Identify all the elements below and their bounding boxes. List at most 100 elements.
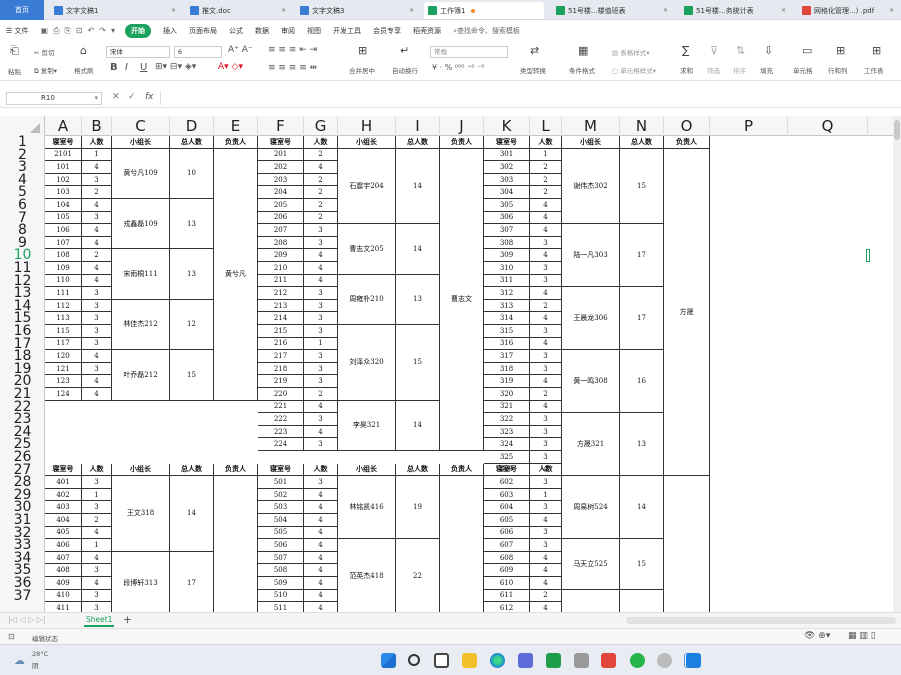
leader-cell[interactable]: 黄一鸣308 bbox=[562, 350, 620, 414]
border-icon[interactable]: ⊞▾ ⊟▾ ◈▾ bbox=[155, 62, 196, 72]
total-cell[interactable]: 16 bbox=[620, 350, 664, 414]
leader-cell[interactable]: 方晟321 bbox=[562, 413, 620, 477]
sort-button[interactable]: 排序 bbox=[733, 65, 746, 75]
table-cell[interactable]: 608 bbox=[484, 551, 530, 565]
wrap-text-button[interactable]: 自动换行 bbox=[392, 65, 418, 75]
table-cell[interactable]: 4 bbox=[304, 488, 338, 502]
table-cell[interactable]: 211 bbox=[258, 274, 304, 288]
close-icon[interactable]: ✕ bbox=[781, 7, 786, 14]
table-cell[interactable]: 124 bbox=[45, 388, 82, 401]
table-cell[interactable]: 3 bbox=[530, 262, 562, 275]
column-header[interactable]: D bbox=[170, 116, 214, 136]
table-cell[interactable]: 405 bbox=[45, 526, 82, 540]
table-cell[interactable]: 4 bbox=[82, 350, 112, 363]
table-cell[interactable]: 3 bbox=[304, 236, 338, 250]
column-header[interactable]: J bbox=[440, 116, 484, 136]
align-bottom-icons[interactable]: ≡ ≡ ≡ ≡ ⇹ bbox=[268, 63, 317, 73]
leader-cell[interactable]: 周易树524 bbox=[562, 476, 620, 540]
table-cell[interactable]: 203 bbox=[258, 173, 304, 187]
menu-item-1[interactable]: 页面布局 bbox=[189, 26, 217, 36]
header-cell[interactable]: 负责人 bbox=[440, 463, 484, 477]
table-cell[interactable]: 112 bbox=[45, 299, 82, 313]
column-header[interactable]: N bbox=[620, 116, 664, 136]
file-menu[interactable]: 文件 bbox=[15, 27, 29, 35]
table-cell[interactable]: 3 bbox=[304, 312, 338, 325]
total-cell[interactable]: 15 bbox=[170, 350, 214, 401]
table-cell[interactable]: 107 bbox=[45, 236, 82, 250]
table-cell[interactable]: 4 bbox=[530, 199, 562, 212]
header-cell[interactable]: 总人数 bbox=[396, 463, 440, 477]
table-cell[interactable]: 216 bbox=[258, 337, 304, 351]
header-cell[interactable]: 负责人 bbox=[664, 136, 710, 149]
italic-icon[interactable]: I bbox=[125, 62, 128, 73]
table-cell[interactable]: 603 bbox=[484, 488, 530, 502]
paste-button[interactable]: 粘贴 bbox=[8, 66, 21, 76]
undo-icon[interactable]: ↶ bbox=[88, 26, 95, 36]
close-icon[interactable]: ✕ bbox=[663, 7, 668, 14]
table-cell[interactable]: 4 bbox=[82, 375, 112, 388]
table-cell[interactable]: 3 bbox=[82, 211, 112, 225]
font-size-select[interactable]: 6 bbox=[174, 46, 222, 58]
table-cell[interactable]: 3 bbox=[304, 224, 338, 237]
table-cell[interactable]: 2 bbox=[530, 299, 562, 313]
header-cell[interactable]: 寝室号 bbox=[45, 463, 82, 477]
close-icon[interactable]: ✕ bbox=[281, 7, 286, 14]
table-cell[interactable]: 4 bbox=[82, 551, 112, 565]
table-cell[interactable]: 3 bbox=[304, 299, 338, 313]
table-cell[interactable]: 611 bbox=[484, 589, 530, 603]
table-cell[interactable]: 509 bbox=[258, 577, 304, 590]
preview-icon[interactable]: ⊡ bbox=[76, 26, 83, 36]
table-cell[interactable]: 4 bbox=[530, 312, 562, 325]
table-cell[interactable]: 304 bbox=[484, 186, 530, 199]
owner-cell[interactable] bbox=[214, 476, 258, 612]
column-header[interactable]: F bbox=[258, 116, 304, 136]
leader-cell[interactable]: 戎鑫磊109 bbox=[112, 199, 170, 250]
header-cell[interactable]: 总人数 bbox=[620, 136, 664, 149]
table-cell[interactable]: 3 bbox=[82, 287, 112, 300]
header-cell[interactable]: 寝室号 bbox=[45, 136, 82, 149]
menu-item-8[interactable]: 稻壳资源 bbox=[413, 26, 441, 36]
export-icon[interactable]: ⎙ bbox=[53, 26, 59, 36]
table-cell[interactable]: 121 bbox=[45, 362, 82, 376]
table-cell[interactable]: 113 bbox=[45, 312, 82, 325]
table-cell[interactable]: 319 bbox=[484, 375, 530, 388]
header-cell[interactable]: 总人数 bbox=[170, 136, 214, 149]
cancel-icon[interactable]: ✕ bbox=[112, 92, 120, 102]
leader-cell[interactable]: 黄兮凡109 bbox=[112, 148, 170, 199]
header-cell[interactable]: 小组长 bbox=[112, 136, 170, 149]
header-cell[interactable]: 总人数 bbox=[170, 463, 214, 477]
conditional-format-button[interactable]: 条件格式 bbox=[569, 65, 595, 75]
total-cell[interactable]: 14 bbox=[396, 224, 440, 275]
table-cell[interactable]: 2 bbox=[530, 388, 562, 401]
cell-style-button[interactable]: ▢ 单元格样式▾ bbox=[612, 65, 656, 75]
print-icon[interactable]: ⎘ bbox=[64, 26, 70, 36]
header-cell[interactable]: 寝室号 bbox=[484, 136, 530, 149]
table-cell[interactable]: 3 bbox=[530, 438, 562, 451]
table-cell[interactable]: 1 bbox=[530, 488, 562, 502]
table-cell[interactable]: 3 bbox=[304, 438, 338, 451]
table-cell[interactable]: 213 bbox=[258, 299, 304, 313]
table-cell[interactable]: 103 bbox=[45, 186, 82, 199]
paste-icon[interactable]: ⎗ bbox=[10, 44, 19, 58]
table-cell[interactable]: 2 bbox=[304, 148, 338, 162]
table-cell[interactable]: 1 bbox=[304, 337, 338, 351]
total-cell[interactable]: 10 bbox=[170, 148, 214, 199]
wps-icon[interactable] bbox=[601, 653, 616, 668]
table-cell[interactable]: 3 bbox=[530, 501, 562, 514]
table-cell[interactable]: 3 bbox=[530, 451, 562, 464]
table-cell[interactable]: 604 bbox=[484, 501, 530, 514]
table-cell[interactable]: 411 bbox=[45, 602, 82, 612]
column-header[interactable]: B bbox=[82, 116, 112, 136]
table-cell[interactable]: 101 bbox=[45, 161, 82, 174]
tab-1[interactable]: 首页 bbox=[0, 0, 44, 20]
tab-7[interactable]: 51号楼...务统计表 ✕ bbox=[680, 2, 790, 19]
table-cell[interactable]: 311 bbox=[484, 274, 530, 288]
fx-icon[interactable]: fx bbox=[145, 92, 154, 102]
table-cell[interactable]: 4 bbox=[530, 564, 562, 577]
table-cell[interactable]: 3 bbox=[82, 173, 112, 187]
layout-icons[interactable]: ▦ ▥ ▯ bbox=[848, 631, 876, 641]
worksheet-icon[interactable]: ⊞ bbox=[872, 44, 881, 57]
table-cell[interactable]: 205 bbox=[258, 199, 304, 212]
edge-icon[interactable] bbox=[490, 653, 505, 668]
owner-cell[interactable]: 曹志文 bbox=[440, 148, 484, 451]
